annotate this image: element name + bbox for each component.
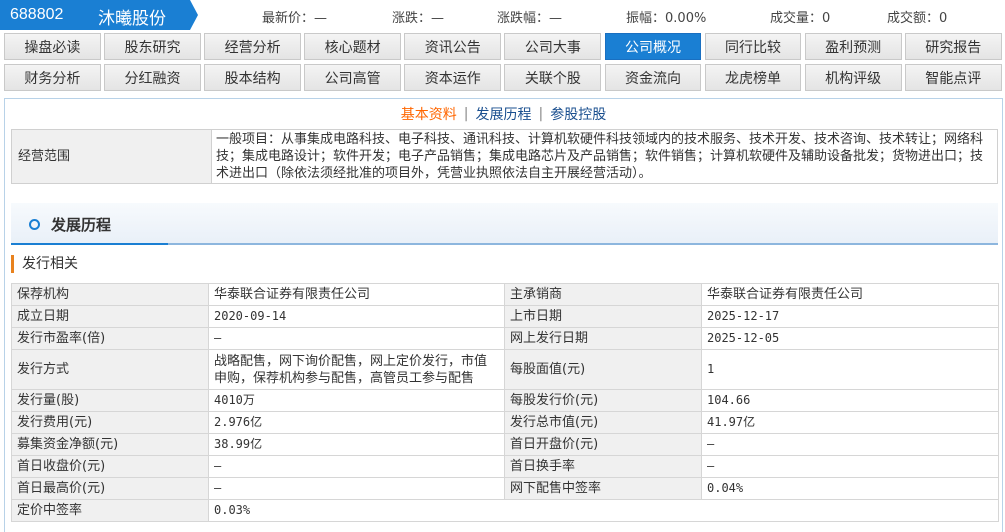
field-value: 1	[701, 349, 999, 390]
nav-tab[interactable]: 财务分析	[4, 64, 101, 91]
field-value: 104.66	[701, 389, 999, 412]
field-value: —	[701, 455, 999, 478]
quote-bar: 688802 沐曦股份 最新价：— 涨跌：— 涨跌幅：— 振幅：0.00% 成交…	[0, 0, 1005, 30]
nav-tab[interactable]: 经营分析	[204, 33, 301, 60]
issuance-subheading: 发行相关	[11, 255, 78, 273]
field-value: 华泰联合证券有限责任公司	[208, 283, 505, 306]
table-row: 保荐机构 华泰联合证券有限责任公司 主承销商 华泰联合证券有限责任公司	[11, 283, 999, 306]
field-value: —	[208, 477, 505, 500]
field-value: 战略配售，网下询价配售，网上定价发行，市值申购，保荐机构参与配售，高管员工参与配…	[208, 349, 505, 390]
table-row: 成立日期 2020-09-14 上市日期 2025-12-17	[11, 305, 999, 328]
field-value: 2025-12-05	[701, 327, 999, 350]
field-label: 募集资金净额(元)	[11, 433, 209, 456]
field-value: 41.97亿	[701, 411, 999, 434]
field-value: 2.976亿	[208, 411, 505, 434]
nav-tab[interactable]: 龙虎榜单	[704, 64, 802, 91]
field-value: 2025-12-17	[701, 305, 999, 328]
subnav-basic-info[interactable]: 基本资料	[401, 104, 457, 124]
subnav-holdings[interactable]: 参股控股	[550, 104, 606, 124]
stock-code: 688802	[10, 6, 64, 23]
nav-tab[interactable]: 资讯公告	[404, 33, 502, 60]
field-value: —	[701, 433, 999, 456]
quote-change: 涨跌：—	[392, 11, 445, 26]
business-scope-table: 经营范围 一般项目：从事集成电路科技、电子科技、通讯科技、计算机软硬件科技领域内…	[11, 129, 998, 184]
quote-turnover: 成交额：0	[887, 11, 948, 26]
content-panel: 基本资料 | 发展历程 | 参股控股 经营范围 一般项目：从事集成电路科技、电子…	[4, 98, 1003, 532]
subnav-separator: |	[463, 106, 469, 122]
nav-tab[interactable]: 公司大事	[504, 33, 602, 60]
section-accent-line	[11, 243, 168, 245]
field-label: 定价中签率	[11, 499, 209, 522]
nav-tab[interactable]: 核心题材	[304, 33, 402, 60]
field-label: 上市日期	[504, 305, 702, 328]
section-title: 发展历程	[51, 216, 112, 234]
table-row: 发行费用(元) 2.976亿 发行总市值(元) 41.97亿	[11, 411, 999, 434]
table-row: 募集资金净额(元) 38.99亿 首日开盘价(元) —	[11, 433, 999, 456]
table-row: 发行市盈率(倍) — 网上发行日期 2025-12-05	[11, 327, 999, 350]
subnav-history[interactable]: 发展历程	[476, 104, 532, 124]
history-section-header: 发展历程	[11, 203, 998, 245]
field-label: 每股面值(元)	[504, 349, 702, 390]
field-value: 4010万	[208, 389, 505, 412]
circle-bullet-icon	[29, 219, 40, 230]
nav-tab[interactable]: 资本运作	[404, 64, 502, 91]
subnav-separator: |	[538, 106, 544, 122]
field-value: 0.04%	[701, 477, 999, 500]
field-label: 首日换手率	[504, 455, 702, 478]
business-scope-text: 一般项目：从事集成电路科技、电子科技、通讯科技、计算机软硬件科技领域内的技术服务…	[211, 129, 998, 184]
field-label: 发行费用(元)	[11, 411, 209, 434]
field-label: 保荐机构	[11, 283, 209, 306]
field-label: 首日最高价(元)	[11, 477, 209, 500]
nav-tab[interactable]: 操盘必读	[4, 33, 101, 60]
field-label: 发行市盈率(倍)	[11, 327, 209, 350]
nav-tab[interactable]: 关联个股	[504, 64, 602, 91]
stock-name: 沐曦股份	[98, 9, 166, 29]
field-label: 成立日期	[11, 305, 209, 328]
field-label: 发行总市值(元)	[504, 411, 702, 434]
field-value: —	[208, 455, 505, 478]
nav-tab[interactable]: 机构评级	[804, 64, 902, 91]
field-value: 华泰联合证券有限责任公司	[701, 283, 999, 306]
field-value: 38.99亿	[208, 433, 505, 456]
quote-change-pct: 涨跌幅：—	[497, 11, 563, 26]
field-label: 发行方式	[11, 349, 209, 390]
issuance-table: 保荐机构 华泰联合证券有限责任公司 主承销商 华泰联合证券有限责任公司 成立日期 2020…	[11, 283, 999, 522]
nav-tab[interactable]: 研究报告	[904, 33, 1002, 60]
table-row: 定价中签率 0.03%	[11, 499, 999, 522]
table-row: 首日收盘价(元) — 首日换手率 —	[11, 455, 999, 478]
table-row: 发行方式 战略配售，网下询价配售，网上定价发行，市值申购，保荐机构参与配售，高管员…	[11, 349, 999, 390]
nav-tab[interactable]: 盈利预测	[804, 33, 902, 60]
nav-tab[interactable]: 智能点评	[904, 64, 1002, 91]
field-label: 每股发行价(元)	[504, 389, 702, 412]
nav-grid: 操盘必读 股东研究 经营分析 核心题材 资讯公告 公司大事 公司概况 同行比较 盈利预测 研究报告…	[4, 33, 1002, 91]
nav-tab[interactable]: 股本结构	[204, 64, 301, 91]
field-label: 首日开盘价(元)	[504, 433, 702, 456]
field-label: 网上发行日期	[504, 327, 702, 350]
nav-tab[interactable]: 分红融资	[104, 64, 201, 91]
field-value: 2020-09-14	[208, 305, 505, 328]
field-value: 0.03%	[208, 499, 999, 522]
quote-latest-price: 最新价：—	[262, 11, 328, 26]
field-label: 首日收盘价(元)	[11, 455, 209, 478]
field-label: 发行量(股)	[11, 389, 209, 412]
quote-volume: 成交量：0	[770, 11, 831, 26]
nav-tab[interactable]: 股东研究	[104, 33, 201, 60]
quote-amplitude: 振幅：0.00%	[626, 11, 707, 26]
field-label: 主承销商	[504, 283, 702, 306]
sub-navigation: 基本资料 | 发展历程 | 参股控股	[5, 99, 1002, 129]
table-row: 发行量(股) 4010万 每股发行价(元) 104.66	[11, 389, 999, 412]
business-scope-label: 经营范围	[11, 129, 212, 184]
nav-tab[interactable]: 同行比较	[704, 33, 802, 60]
field-label: 网下配售中签率	[504, 477, 702, 500]
field-value: —	[208, 327, 505, 350]
nav-tab[interactable]: 资金流向	[604, 64, 702, 91]
stock-tag: 688802 沐曦股份	[0, 0, 198, 30]
table-row: 首日最高价(元) — 网下配售中签率 0.04%	[11, 477, 999, 500]
nav-tab[interactable]: 公司高管	[304, 64, 402, 91]
nav-tab[interactable]: 公司概况	[604, 33, 702, 60]
